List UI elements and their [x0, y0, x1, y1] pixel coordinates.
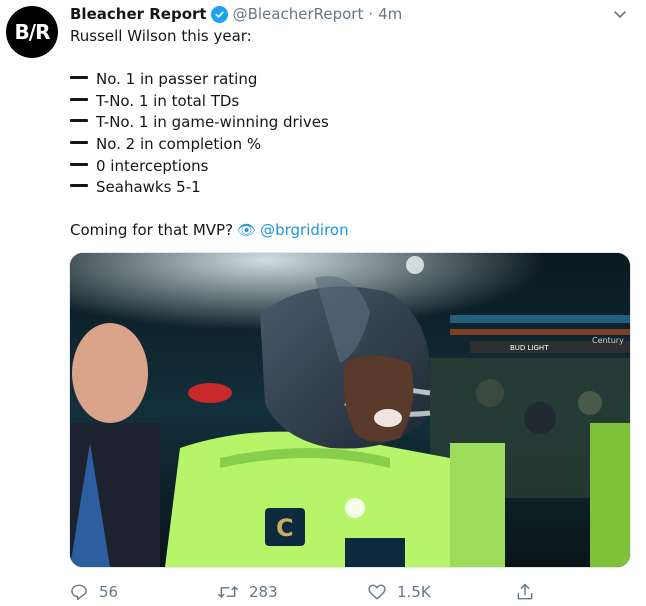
heart-icon — [368, 584, 386, 600]
tweet-intro: Russell Wilson this year: — [70, 27, 252, 45]
tweet[interactable]: B/R Bleacher Report @BleacherReport · 4m… — [0, 0, 646, 602]
dash-icon — [70, 162, 88, 166]
tweet-question-line: Coming for that MVP? 👁 @brgridiron — [70, 220, 630, 242]
list-item-text: Seahawks 5-1 — [96, 178, 201, 197]
list-item-text: T-No. 1 in game-winning drives — [96, 113, 329, 132]
dash-icon — [70, 184, 88, 188]
dash-icon — [70, 76, 88, 80]
dash-icon — [70, 140, 88, 144]
list-item: T-No. 1 in game-winning drives — [70, 112, 630, 134]
tweet-timestamp[interactable]: 4m — [378, 5, 402, 23]
dash-icon — [70, 119, 88, 123]
jersey-patch: C — [276, 514, 294, 542]
list-item-text: 0 interceptions — [96, 156, 209, 175]
author-name[interactable]: Bleacher Report — [70, 5, 207, 23]
tweet-text: Russell Wilson this year: No. 1 in passe… — [70, 26, 630, 242]
list-item-text: No. 2 in completion % — [96, 134, 262, 153]
list-item: No. 2 in completion % — [70, 134, 630, 156]
like-count: 1.5K — [397, 583, 431, 601]
list-item-text: No. 1 in passer rating — [96, 70, 258, 89]
question-text: Coming for that MVP? — [70, 221, 234, 240]
verified-badge-icon — [210, 5, 228, 23]
separator-dot: · — [368, 5, 374, 23]
reply-count: 56 — [99, 583, 119, 601]
share-icon — [517, 583, 533, 600]
stadium-sign: BUD LIGHT — [510, 344, 549, 352]
share-button[interactable] — [515, 582, 535, 602]
avatar-logo: B/R — [14, 20, 51, 44]
list-item: 0 interceptions — [70, 156, 630, 178]
retweet-button[interactable]: 283 — [217, 582, 278, 602]
list-item: Seahawks 5-1 — [70, 177, 630, 199]
tweet-header: Bleacher Report @BleacherReport · 4m — [70, 3, 402, 25]
list-item: No. 1 in passer rating — [70, 69, 630, 91]
author-handle[interactable]: @BleacherReport — [233, 5, 364, 23]
retweet-count: 283 — [249, 583, 278, 601]
eye-emoji-icon: 👁 — [237, 221, 257, 240]
like-button[interactable]: 1.5K — [367, 582, 431, 602]
list-item-text: T-No. 1 in total TDs — [96, 91, 240, 110]
tweet-photo[interactable]: BUD LIGHT Century C — [69, 252, 631, 568]
reply-icon — [71, 584, 87, 601]
list-item: T-No. 1 in total TDs — [70, 91, 630, 113]
avatar[interactable]: B/R — [6, 6, 58, 58]
retweet-icon — [218, 586, 238, 598]
mention-link[interactable]: @brgridiron — [260, 221, 349, 239]
tweet-actions: 56 283 1.5K — [69, 582, 549, 606]
reply-button[interactable]: 56 — [69, 582, 118, 602]
stadium-sign: Century — [592, 336, 624, 345]
photo-illustration: BUD LIGHT Century C — [70, 253, 630, 567]
dash-icon — [70, 97, 88, 101]
chevron-down-icon[interactable] — [612, 6, 628, 22]
